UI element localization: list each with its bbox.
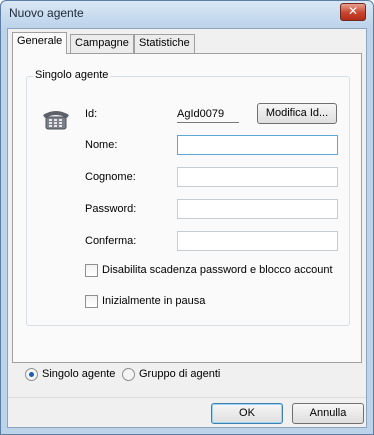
id-value: AgId0079: [177, 108, 225, 120]
password-label: Password:: [85, 203, 137, 215]
cancel-button[interactable]: Annulla: [292, 403, 364, 424]
initial-pause-label: Inizialmente in pausa: [102, 295, 206, 307]
modifica-id-button[interactable]: Modifica Id...: [257, 103, 337, 124]
cognome-label: Cognome:: [85, 171, 136, 183]
telephone-icon: [43, 111, 69, 130]
radio-singolo-agente-circle[interactable]: [25, 368, 38, 381]
id-label: Id:: [85, 108, 98, 120]
radio-singolo-agente-label: Singolo agente: [42, 368, 116, 380]
close-button[interactable]: ✕: [340, 3, 366, 21]
nome-label: Nome:: [85, 139, 118, 151]
group-title: Singolo agente: [33, 69, 111, 81]
radio-selected-dot: [29, 372, 34, 377]
tab-generale[interactable]: Generale: [12, 32, 68, 54]
ok-button[interactable]: OK: [211, 403, 283, 424]
conferma-label: Conferma:: [85, 235, 137, 247]
radio-gruppo-agenti-circle[interactable]: [122, 368, 135, 381]
nome-field[interactable]: [177, 135, 338, 155]
footer-separator: [8, 397, 366, 398]
window-title: Nuovo agente: [9, 6, 84, 20]
tab-statistiche[interactable]: Statistiche: [134, 34, 195, 53]
title-bar: Nuovo agente ✕: [1, 1, 373, 28]
disable-expiry-checkbox[interactable]: [85, 264, 98, 277]
tab-panel-generale: Singolo agente Id: AgId0079 Modifica Id.…: [12, 53, 362, 363]
initial-pause-checkbox[interactable]: [85, 295, 98, 308]
radio-gruppo-agenti-label: Gruppo di agenti: [139, 368, 221, 380]
dialog-window: Nuovo agente ✕ Generale Campagne Statist…: [0, 0, 374, 435]
dialog-body: Generale Campagne Statistiche Singolo ag…: [7, 28, 367, 428]
cognome-field[interactable]: [177, 167, 338, 187]
password-field[interactable]: [177, 199, 338, 219]
id-underline: [177, 122, 239, 123]
tab-campagne[interactable]: Campagne: [70, 34, 134, 53]
disable-expiry-label: Disabilita scadenza password e blocco ac…: [102, 264, 333, 276]
group-singolo-agente: Singolo agente Id: AgId0079 Modifica Id.…: [26, 69, 350, 326]
conferma-field[interactable]: [177, 231, 338, 251]
